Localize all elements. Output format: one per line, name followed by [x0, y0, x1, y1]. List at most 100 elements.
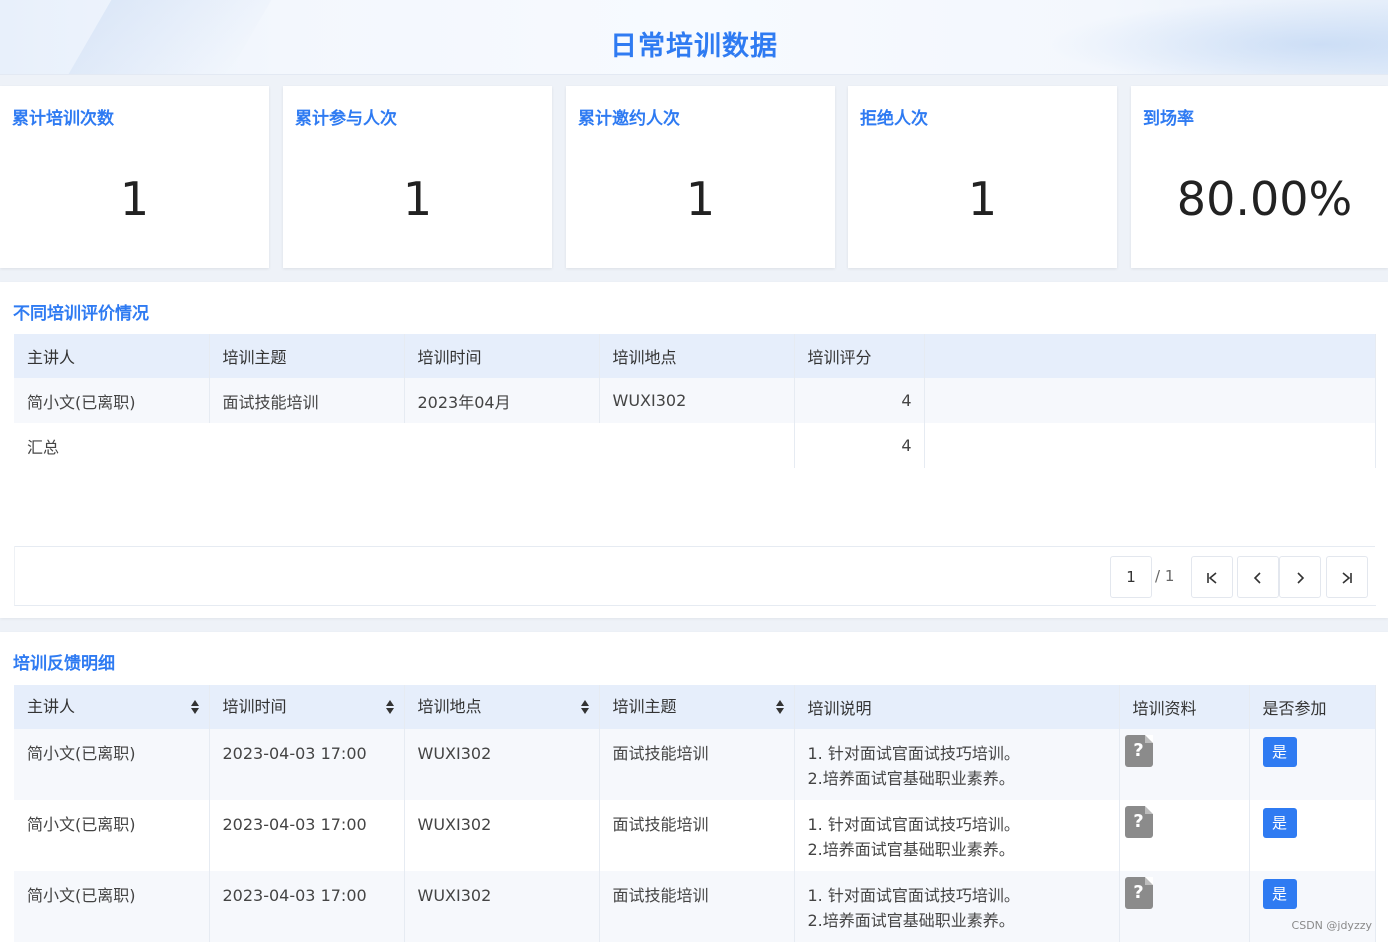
sort-icon[interactable]: [385, 700, 394, 714]
cell-location: WUXI302: [404, 729, 600, 800]
section-title: 不同培训评价情况: [13, 304, 149, 324]
chevron-right-icon: [1297, 571, 1305, 584]
column-header: 主讲人: [14, 334, 210, 378]
cell-time: 2023年04月: [404, 378, 600, 423]
stat-label: 累计邀约人次: [578, 109, 680, 129]
cell-topic: 面试技能培训: [599, 729, 795, 800]
prev-page-button[interactable]: [1237, 556, 1279, 598]
cell-topic: 面试技能培训: [209, 378, 405, 423]
column-header: 培训地点: [599, 334, 795, 378]
file-unknown-icon[interactable]: ?: [1124, 735, 1153, 767]
table-header-row: 主讲人 培训主题 培训时间 培训地点 培训评分: [14, 334, 1376, 378]
column-header-materials: 培训资料: [1119, 685, 1250, 729]
section-title: 培训反馈明细: [13, 654, 115, 674]
column-label: 培训主题: [612, 697, 677, 716]
stat-card-rejections: 拒绝人次 1: [848, 86, 1117, 268]
attend-badge[interactable]: 是: [1262, 737, 1297, 767]
pagination: 1 / 1: [14, 546, 1376, 606]
stat-value: 1: [402, 172, 433, 226]
cell-attend: 是: [1249, 729, 1376, 800]
column-header-description: 培训说明: [794, 685, 1120, 729]
stat-label: 累计参与人次: [295, 109, 397, 129]
column-label: 主讲人: [27, 697, 76, 716]
stat-value: 1: [119, 172, 150, 226]
file-unknown-icon[interactable]: ?: [1124, 877, 1153, 909]
cell-topic: 面试技能培训: [599, 800, 795, 871]
stat-card-attendance-rate: 到场率 80.00%: [1131, 86, 1388, 268]
cell-score: 4: [794, 378, 925, 423]
cell-materials: ?: [1119, 729, 1250, 800]
cell-speaker: 简小文(已离职): [14, 871, 210, 942]
last-page-button[interactable]: [1326, 556, 1368, 598]
table-row[interactable]: 简小文(已离职) 2023-04-03 17:00 WUXI302 面试技能培训…: [14, 800, 1376, 871]
column-header-attend: 是否参加: [1249, 685, 1376, 729]
cell-location: WUXI302: [599, 378, 795, 423]
cell-time: 2023-04-03 17:00: [209, 800, 405, 871]
column-label: 培训地点: [417, 697, 482, 716]
chevron-left-icon: [1253, 571, 1261, 584]
evaluation-table: 主讲人 培训主题 培训时间 培训地点 培训评分 简小文(已离职) 面试技能培训 …: [14, 334, 1376, 468]
column-header-location[interactable]: 培训地点: [404, 685, 600, 729]
next-page-button[interactable]: [1279, 556, 1321, 598]
column-header-speaker[interactable]: 主讲人: [14, 685, 210, 729]
page-total: / 1: [1155, 567, 1175, 585]
cell-empty: [924, 378, 1376, 423]
feedback-panel: 培训反馈明细 主讲人 培训时间 培训地点 培训主题 培训说明 培训资料 是否参加…: [0, 632, 1388, 942]
table-row[interactable]: 简小文(已离职) 面试技能培训 2023年04月 WUXI302 4: [14, 378, 1376, 423]
cell-location: WUXI302: [404, 871, 600, 942]
stat-value: 1: [685, 172, 716, 226]
stat-card-participants: 累计参与人次 1: [283, 86, 552, 268]
column-header-empty: [924, 334, 1376, 378]
table-empty-area: [14, 468, 1375, 547]
stat-label: 拒绝人次: [860, 109, 928, 129]
cell-time: 2023-04-03 17:00: [209, 871, 405, 942]
attend-badge[interactable]: 是: [1262, 879, 1297, 909]
column-header-topic[interactable]: 培训主题: [599, 685, 795, 729]
column-header: 培训主题: [209, 334, 405, 378]
first-page-button[interactable]: [1191, 556, 1233, 598]
stat-value: 1: [967, 172, 998, 226]
stat-label: 到场率: [1143, 109, 1194, 129]
sort-icon[interactable]: [190, 700, 199, 714]
stat-value: 80.00%: [1176, 172, 1353, 226]
stats-row: 累计培训次数 1 累计参与人次 1 累计邀约人次 1 拒绝人次 1 到场率 80…: [0, 86, 1388, 268]
page-header: 日常培训数据: [0, 0, 1388, 75]
stat-card-training-count: 累计培训次数 1: [0, 86, 269, 268]
summary-score: 4: [794, 423, 925, 468]
summary-label: 汇总: [14, 423, 795, 468]
cell-speaker: 简小文(已离职): [14, 729, 210, 800]
cell-location: WUXI302: [404, 800, 600, 871]
stat-label: 累计培训次数: [12, 109, 114, 129]
feedback-table: 主讲人 培训时间 培训地点 培训主题 培训说明 培训资料 是否参加 简小文(已离…: [14, 685, 1376, 942]
column-label: 培训时间: [222, 697, 287, 716]
cell-empty: [924, 423, 1376, 468]
cell-description: 1. 针对面试官面试技巧培训。 2.培养面试官基础职业素养。: [794, 729, 1120, 800]
table-row[interactable]: 简小文(已离职) 2023-04-03 17:00 WUXI302 面试技能培训…: [14, 729, 1376, 800]
first-page-icon: [1207, 571, 1217, 584]
cell-materials: ?: [1119, 800, 1250, 871]
attend-badge[interactable]: 是: [1262, 808, 1297, 838]
last-page-icon: [1342, 571, 1352, 584]
cell-materials: ?: [1119, 871, 1250, 942]
cell-description: 1. 针对面试官面试技巧培训。 2.培养面试官基础职业素养。: [794, 800, 1120, 871]
cell-speaker: 简小文(已离职): [14, 800, 210, 871]
cell-attend: 是: [1249, 800, 1376, 871]
stat-card-invitations: 累计邀约人次 1: [566, 86, 835, 268]
summary-row: 汇总 4: [14, 423, 1376, 468]
cell-time: 2023-04-03 17:00: [209, 729, 405, 800]
page-title: 日常培训数据: [610, 31, 778, 62]
column-header-time[interactable]: 培训时间: [209, 685, 405, 729]
watermark: CSDN @jdyzzy: [1291, 919, 1372, 932]
file-unknown-icon[interactable]: ?: [1124, 806, 1153, 838]
cell-topic: 面试技能培训: [599, 871, 795, 942]
table-row[interactable]: 简小文(已离职) 2023-04-03 17:00 WUXI302 面试技能培训…: [14, 871, 1376, 942]
evaluation-panel: 不同培训评价情况 主讲人 培训主题 培训时间 培训地点 培训评分 简小文(已离职…: [0, 282, 1388, 618]
sort-icon[interactable]: [580, 700, 589, 714]
column-header: 培训时间: [404, 334, 600, 378]
cell-description: 1. 针对面试官面试技巧培训。 2.培养面试官基础职业素养。: [794, 871, 1120, 942]
page-number-input[interactable]: 1: [1110, 556, 1152, 598]
table-header-row: 主讲人 培训时间 培训地点 培训主题 培训说明 培训资料 是否参加: [14, 685, 1376, 729]
sort-icon[interactable]: [775, 700, 784, 714]
cell-speaker: 简小文(已离职): [14, 378, 210, 423]
column-header: 培训评分: [794, 334, 925, 378]
